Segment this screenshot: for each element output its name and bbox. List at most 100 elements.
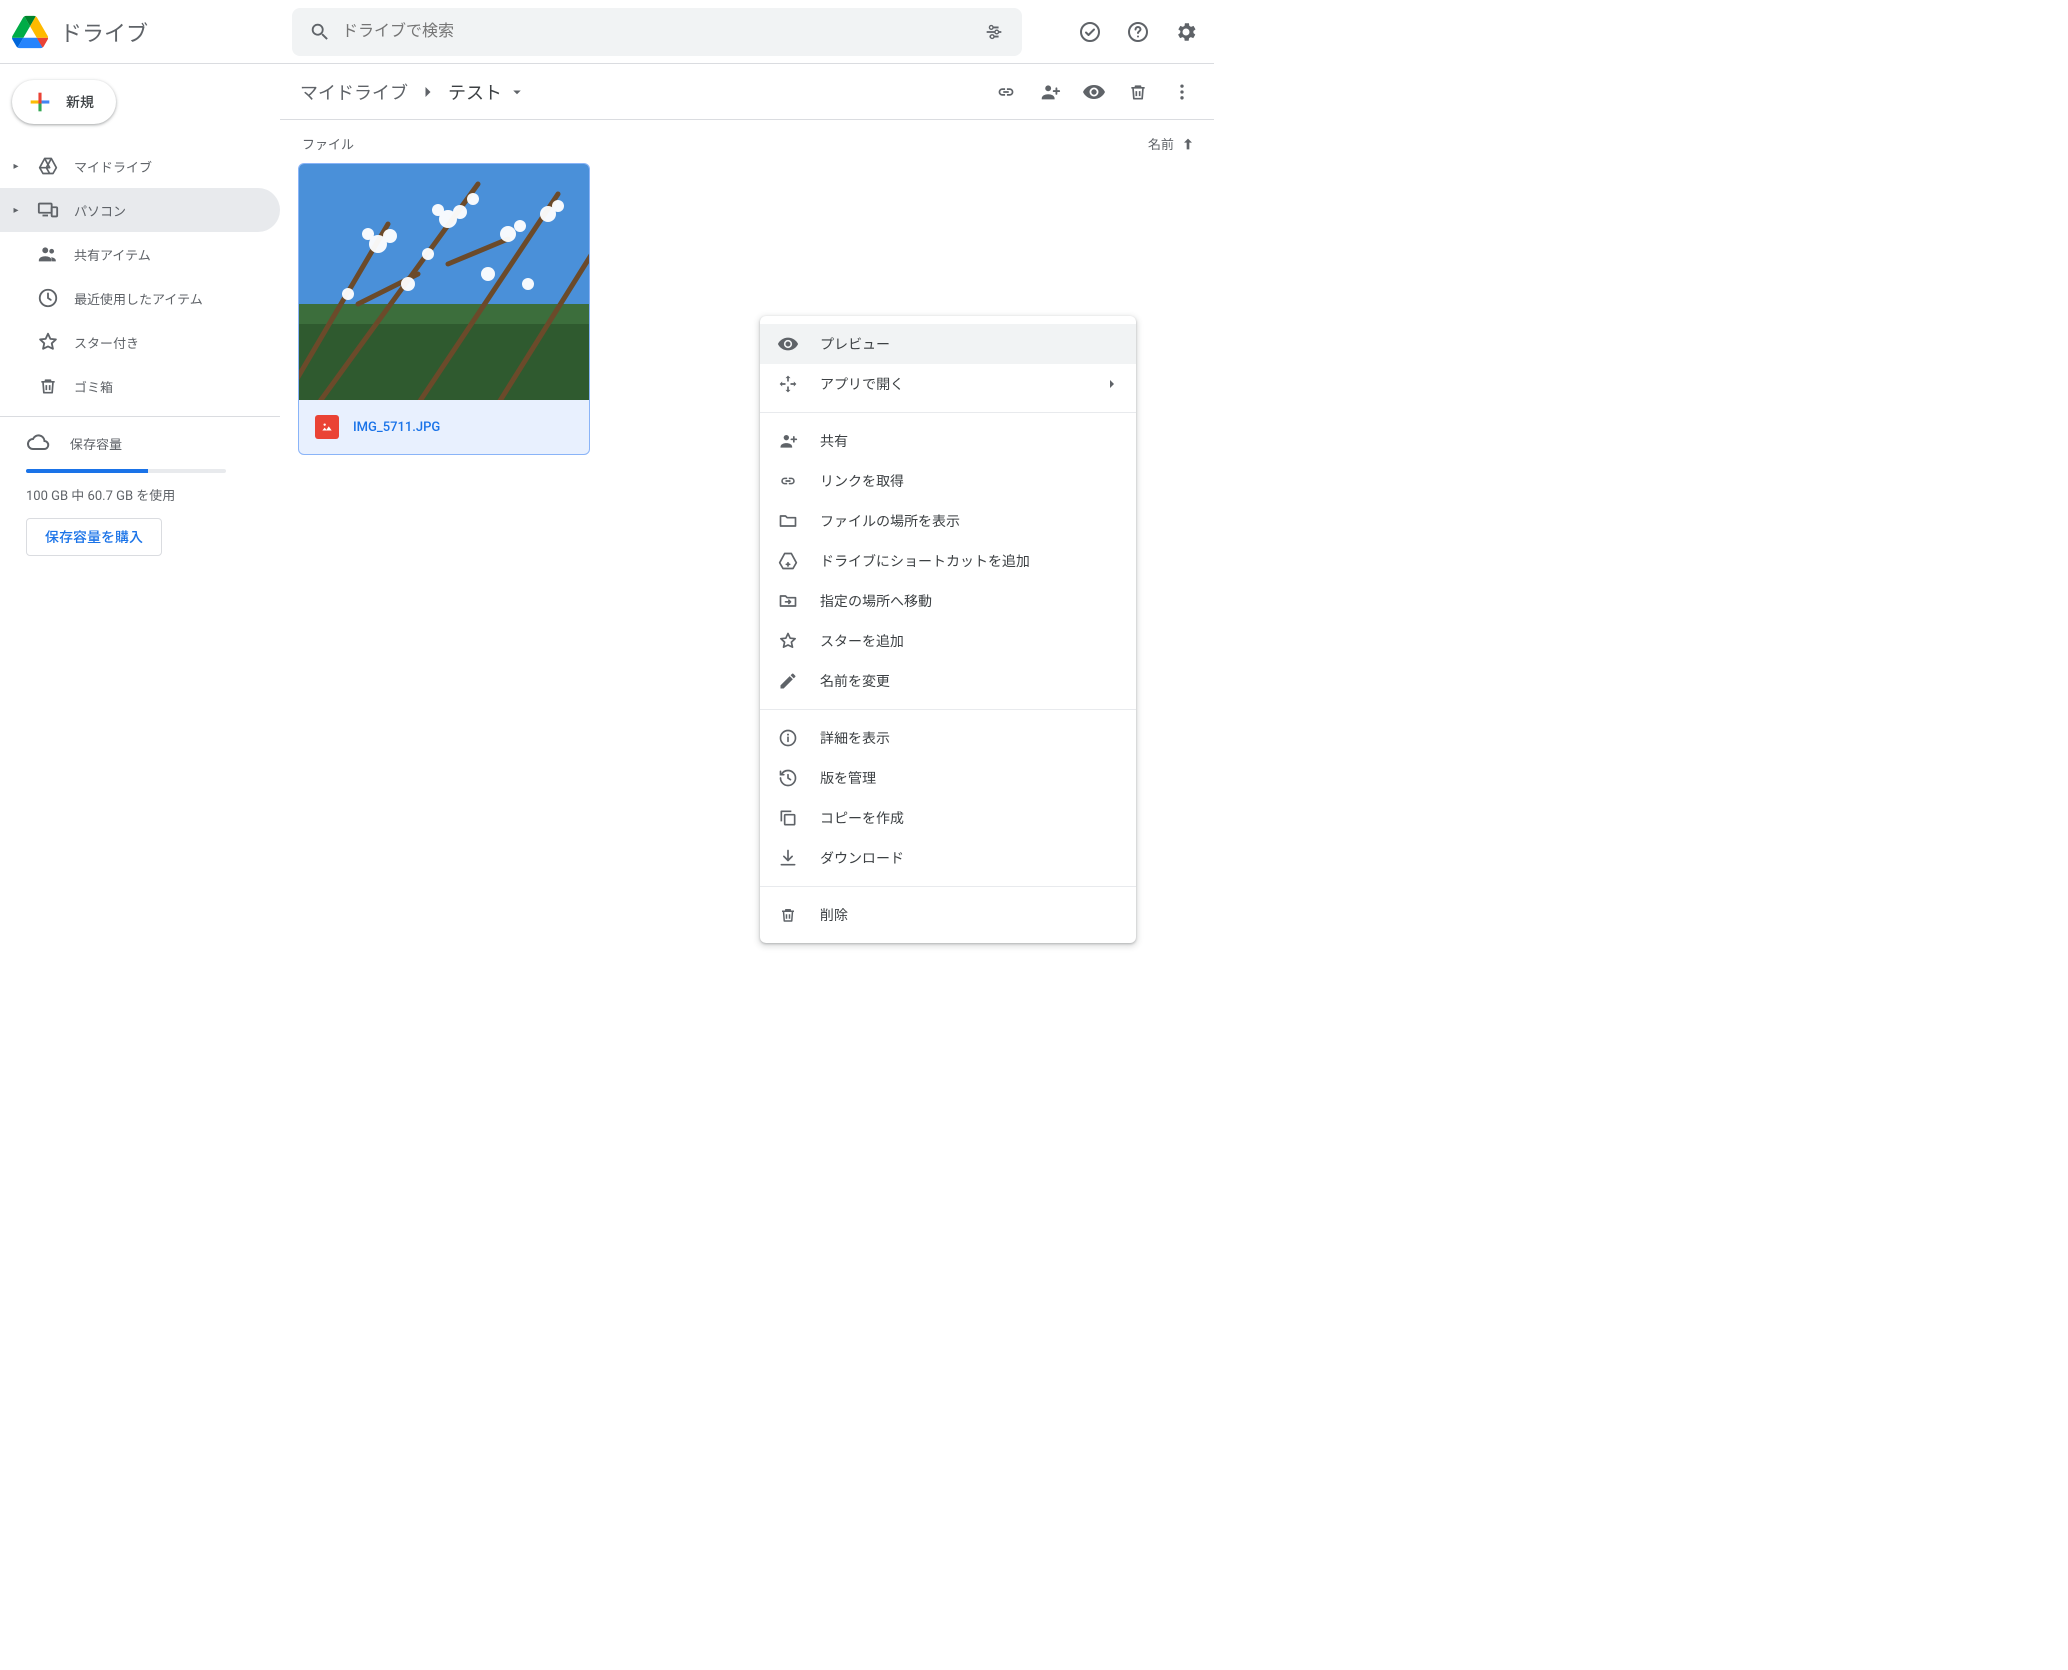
file-name: IMG_5711.JPG (353, 420, 440, 435)
brand[interactable]: ドライブ (12, 14, 292, 50)
file-card[interactable]: IMG_5711.JPG (298, 163, 590, 455)
ctx-label: 指定の場所へ移動 (820, 591, 932, 611)
storage-label-text: 保存容量 (70, 434, 122, 453)
files-section-header: ファイル 名前 (280, 120, 1214, 163)
ctx-label: コピーを作成 (820, 808, 904, 828)
ctx-label: リンクを取得 (820, 471, 904, 491)
clock-icon (36, 286, 60, 310)
ctx-label: 共有 (820, 431, 848, 451)
ctx-item-add-star[interactable]: スターを追加 (760, 621, 1136, 661)
ctx-label: アプリで開く (820, 374, 904, 394)
folder-icon (776, 509, 800, 533)
ctx-label: スターを追加 (820, 631, 904, 651)
context-menu: プレビュー アプリで開く 共有 (760, 316, 1136, 943)
ctx-label: 版を管理 (820, 768, 876, 788)
ctx-item-preview[interactable]: プレビュー (760, 324, 1136, 364)
path-actions (986, 72, 1202, 112)
sort-label: 名前 (1148, 134, 1174, 153)
sidebar: 新規 ▸ マイドライブ ▸ パソコン (0, 64, 280, 980)
path-row: マイドライブ テスト (280, 64, 1214, 120)
header-actions (1070, 12, 1206, 52)
new-button-label: 新規 (66, 92, 94, 112)
sidebar-item-recent[interactable]: 最近使用したアイテム (0, 276, 280, 320)
search-bar-wrap (292, 8, 1046, 56)
ctx-item-move[interactable]: 指定の場所へ移動 (760, 581, 1136, 621)
ctx-label: ドライブにショートカットを追加 (820, 551, 1030, 571)
breadcrumb-root[interactable]: マイドライブ (298, 75, 410, 109)
chevron-down-icon (508, 83, 526, 101)
sidebar-item-trash[interactable]: ゴミ箱 (0, 364, 280, 408)
shortcut-icon (776, 549, 800, 573)
history-icon (776, 766, 800, 790)
share-button[interactable] (1030, 72, 1070, 112)
plus-icon (26, 88, 54, 116)
arrow-up-icon (1180, 136, 1196, 152)
people-icon (36, 242, 60, 266)
drive-icon (36, 154, 60, 178)
move-to-icon (776, 589, 800, 613)
storage-used-text: 100 GB 中 60.7 GB を使用 (26, 485, 262, 504)
file-thumbnail (299, 164, 589, 400)
ctx-item-rename[interactable]: 名前を変更 (760, 661, 1136, 701)
new-button[interactable]: 新規 (12, 80, 116, 124)
link-icon (776, 469, 800, 493)
section-label: ファイル (302, 134, 354, 153)
delete-button[interactable] (1118, 72, 1158, 112)
person-add-icon (776, 429, 800, 453)
settings-gear-icon[interactable] (1166, 12, 1206, 52)
download-icon (776, 846, 800, 870)
ctx-divider (760, 886, 1136, 887)
ctx-item-delete[interactable]: 削除 (760, 895, 1136, 935)
get-link-button[interactable] (986, 72, 1026, 112)
ctx-divider (760, 709, 1136, 710)
breadcrumb-current[interactable]: テスト (446, 75, 528, 109)
ctx-item-download[interactable]: ダウンロード (760, 838, 1136, 878)
search-options-icon[interactable] (974, 12, 1014, 52)
buy-storage-button[interactable]: 保存容量を購入 (26, 518, 162, 556)
eye-icon (776, 332, 800, 356)
sidebar-item-label: ゴミ箱 (74, 377, 113, 396)
breadcrumb: マイドライブ テスト (298, 75, 986, 109)
search-input[interactable] (340, 22, 974, 42)
sidebar-item-label: マイドライブ (74, 157, 152, 176)
star-icon (776, 629, 800, 653)
offline-ready-icon[interactable] (1070, 12, 1110, 52)
ctx-item-details[interactable]: 詳細を表示 (760, 718, 1136, 758)
ctx-label: 詳細を表示 (820, 728, 890, 748)
sidebar-item-my-drive[interactable]: ▸ マイドライブ (0, 144, 280, 188)
more-actions-button[interactable] (1162, 72, 1202, 112)
help-icon[interactable] (1118, 12, 1158, 52)
ctx-item-copy[interactable]: コピーを作成 (760, 798, 1136, 838)
ctx-item-get-link[interactable]: リンクを取得 (760, 461, 1136, 501)
sidebar-item-computers[interactable]: ▸ パソコン (0, 188, 280, 232)
ctx-item-show-location[interactable]: ファイルの場所を表示 (760, 501, 1136, 541)
search-bar[interactable] (292, 8, 1022, 56)
main: マイドライブ テスト (280, 64, 1214, 980)
devices-icon (36, 198, 60, 222)
ctx-divider (760, 412, 1136, 413)
sidebar-item-label: 最近使用したアイテム (74, 289, 203, 308)
storage-bar (26, 469, 226, 473)
ctx-item-share[interactable]: 共有 (760, 421, 1136, 461)
ctx-label: 削除 (820, 905, 848, 925)
storage-section: 保存容量 100 GB 中 60.7 GB を使用 保存容量を購入 (0, 425, 280, 556)
star-icon (36, 330, 60, 354)
trash-icon (776, 903, 800, 927)
sort-button[interactable]: 名前 (1148, 134, 1196, 153)
chevron-right-icon (1104, 376, 1120, 392)
ctx-item-versions[interactable]: 版を管理 (760, 758, 1136, 798)
ctx-item-open-with[interactable]: アプリで開く (760, 364, 1136, 404)
ctx-label: 名前を変更 (820, 671, 890, 691)
ctx-item-add-shortcut[interactable]: ドライブにショートカットを追加 (760, 541, 1136, 581)
search-icon[interactable] (300, 12, 340, 52)
sidebar-item-starred[interactable]: スター付き (0, 320, 280, 364)
preview-button[interactable] (1074, 72, 1114, 112)
trash-icon (36, 374, 60, 398)
header: ドライブ (0, 0, 1214, 64)
cloud-icon (26, 431, 50, 455)
caret-right-icon: ▸ (10, 205, 22, 216)
breadcrumb-current-label: テスト (448, 79, 502, 105)
sidebar-item-shared[interactable]: 共有アイテム (0, 232, 280, 276)
storage-heading[interactable]: 保存容量 (26, 431, 262, 455)
copy-icon (776, 806, 800, 830)
